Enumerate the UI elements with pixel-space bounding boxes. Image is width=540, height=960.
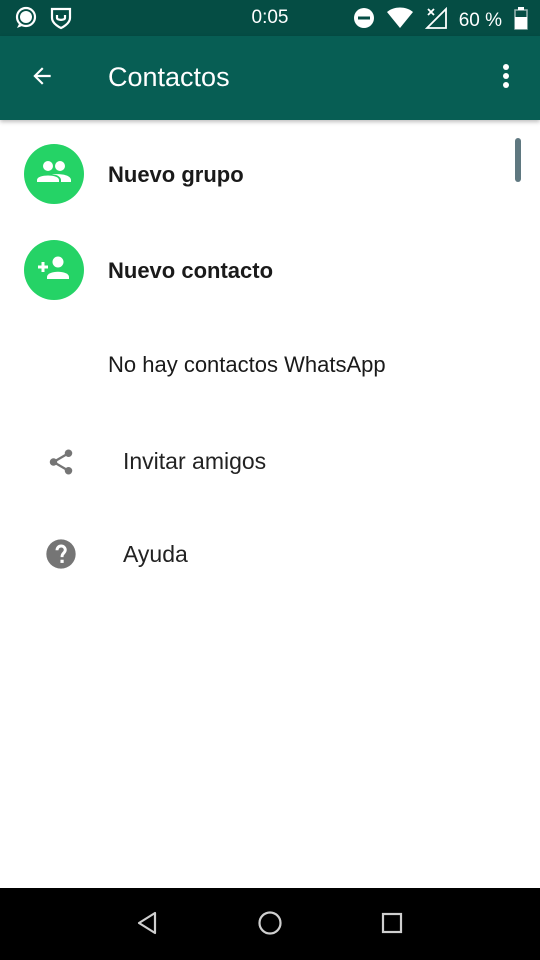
help-icon [44,537,78,571]
back-triangle-icon [136,911,158,940]
app-bar: Contactos [0,36,540,120]
new-contact-avatar [24,240,84,300]
page-title: Contactos [108,62,230,92]
battery-percent: 60 % [458,9,502,31]
new-group-avatar [24,144,84,204]
new-contact-label: Nuevo contacto [108,258,274,283]
help-item[interactable]: Ayuda [0,507,540,603]
new-group-label: Nuevo grupo [108,162,244,187]
nav-back-button[interactable] [130,908,164,942]
new-group-item[interactable]: Nuevo grupo [0,126,540,222]
more-options-button[interactable] [486,58,526,98]
nav-home-button[interactable] [253,908,287,942]
invite-friends-label: Invitar amigos [123,448,267,474]
new-contact-item[interactable]: Nuevo contacto [0,222,540,318]
battery-icon [514,6,528,35]
wifi-icon [386,7,413,34]
status-bar: 0:05 60 % [0,0,540,36]
group-icon [36,160,72,189]
status-bar-right: 60 % [353,6,528,35]
empty-contacts-message: No hay contactos WhatsApp [108,352,386,377]
invite-friends-item[interactable]: Invitar amigos [0,414,540,510]
more-vert-icon [502,63,510,94]
scrollbar[interactable] [515,138,521,182]
back-button[interactable] [22,58,62,98]
system-nav-bar [0,888,540,960]
share-icon [44,445,78,479]
recents-square-icon [381,912,403,939]
do-not-disturb-icon [353,7,375,34]
person-add-icon [37,256,71,285]
help-label: Ayuda [123,541,188,567]
no-signal-icon [424,6,447,34]
home-circle-icon [257,910,283,941]
nav-recents-button[interactable] [375,908,409,942]
arrow-back-icon [29,63,55,94]
